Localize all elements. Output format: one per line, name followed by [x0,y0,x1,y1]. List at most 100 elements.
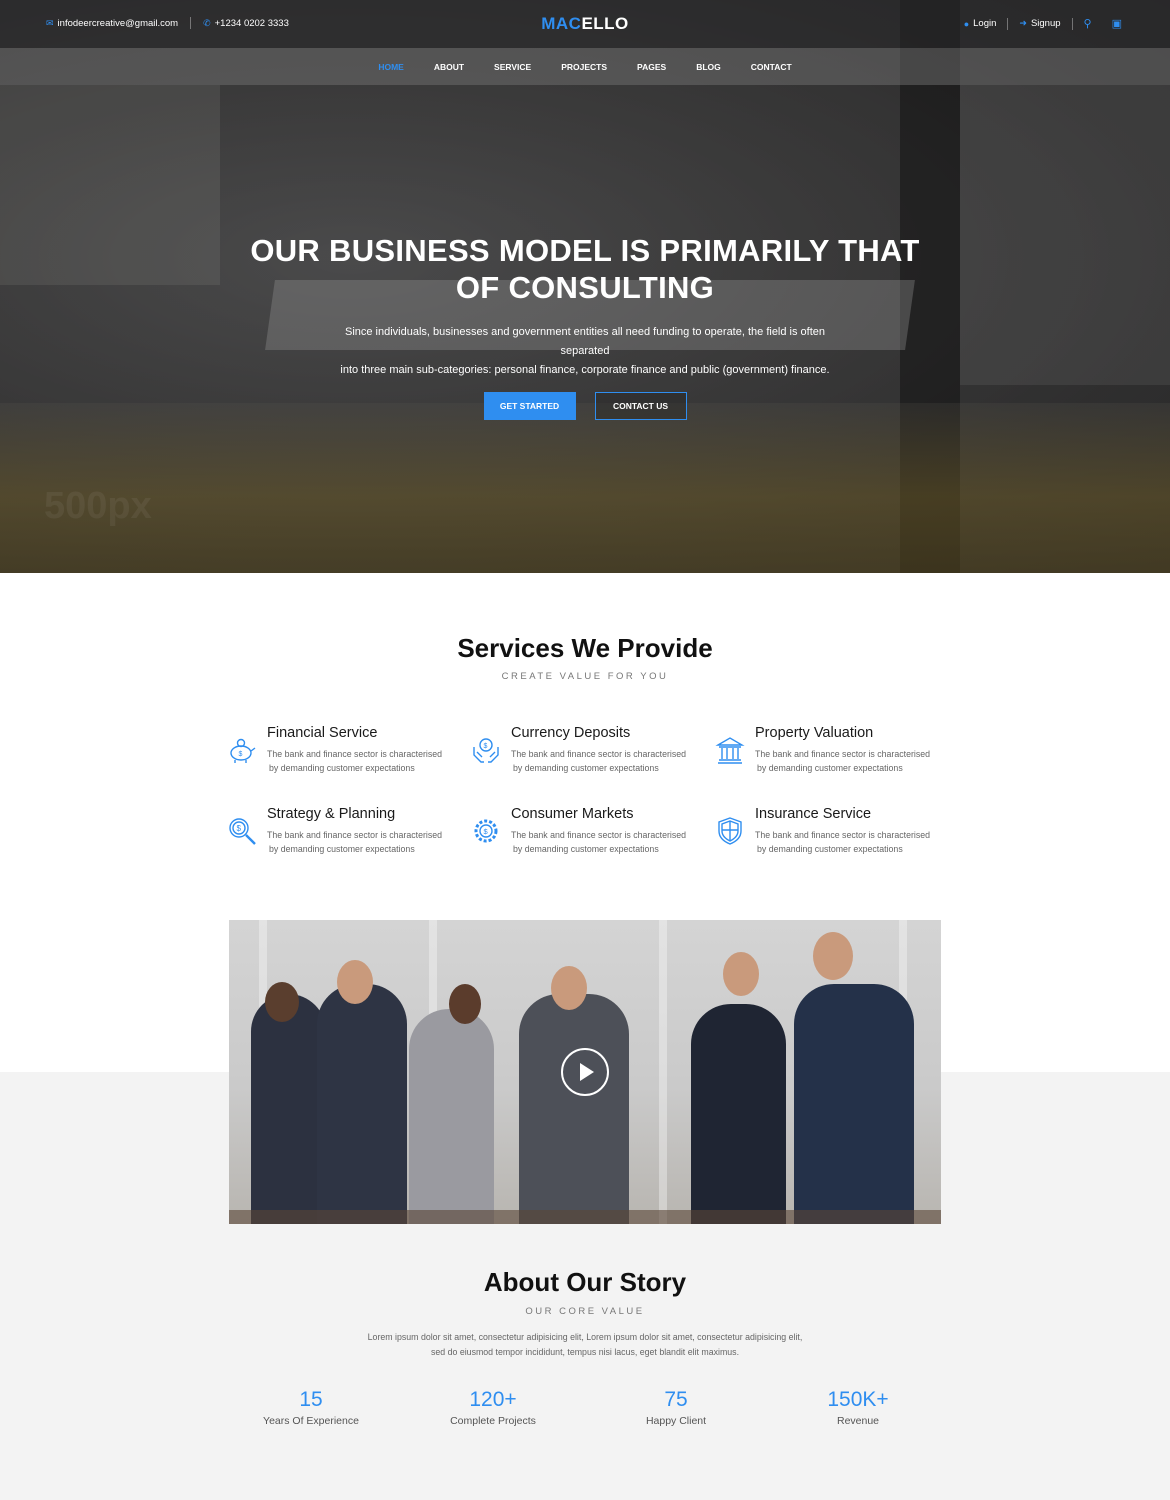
person-figure [519,994,629,1224]
person-figure [691,1004,786,1224]
hero-section: 500px ✉ infodeercreative@gmail.com ✆ +12… [0,0,1170,573]
shopping-bag-icon[interactable]: ▣ [1112,17,1122,30]
user-icon: ● [963,18,970,29]
services-title: Services We Provide [457,633,713,663]
divider [1071,17,1073,30]
service-description: The bank and finance sector is character… [511,828,701,856]
service-desc-line: by demanding customer expectations [513,763,659,773]
person-head [449,984,481,1024]
service-desc-line: by demanding customer expectations [269,763,415,773]
nav-about[interactable]: ABOUT [434,62,464,72]
service-description: The bank and finance sector is character… [267,747,457,775]
person-figure [794,984,914,1224]
nav-home[interactable]: HOME [378,62,404,72]
person-head [551,966,587,1010]
about-description: Lorem ipsum dolor sit amet, consectetur … [360,1330,810,1360]
top-bar: ✉ infodeercreative@gmail.com ✆ +1234 020… [0,0,1170,48]
login-link[interactable]: Login [973,18,996,29]
nav-blog[interactable]: BLOG [696,62,721,72]
stat-label: Revenue [836,1415,880,1427]
service-desc-line: The bank and finance sector is character… [267,830,443,840]
stat-value: 120+ [469,1388,517,1411]
gear-dollar-icon: $ [474,819,498,843]
bg-window-frame [659,920,667,1224]
service-item[interactable]: $ Consumer Markets The bank and finance … [471,806,701,866]
service-title: Insurance Service [755,806,872,822]
video-thumbnail[interactable] [229,920,941,1224]
nav-service[interactable]: SERVICE [494,62,531,72]
hands-coin-icon: $ [473,738,499,763]
bg-table-edge [229,1210,941,1224]
hero-bg-floor [0,403,1170,573]
shield-icon [718,817,742,845]
stat-item: 15 Years Of Experience [221,1388,401,1427]
person-figure [251,994,326,1224]
stat-label: Years Of Experience [263,1415,359,1427]
stat-label: Complete Projects [450,1415,536,1427]
service-desc-line: by demanding customer expectations [269,844,415,854]
service-item[interactable]: Insurance Service The bank and finance s… [715,806,945,866]
svg-text:$: $ [237,824,242,833]
hero-title-line-2: OF CONSULTING [455,270,715,305]
service-item[interactable]: Property Valuation The bank and finance … [715,725,945,785]
service-description: The bank and finance sector is character… [755,828,945,856]
nav-projects[interactable]: PROJECTS [561,62,607,72]
service-title: Strategy & Planning [267,806,396,822]
person-head [337,960,373,1004]
divider [1007,17,1009,30]
about-text-line: sed do eiusmod tempor incididunt, tempus… [430,1347,740,1357]
sign-in-icon: ➜ [1019,18,1027,28]
hero-subtitle-line-2: into three main sub-categories: personal… [340,364,830,376]
stat-item: 75 Happy Client [586,1388,766,1427]
svg-text:$: $ [484,743,488,750]
stat-label: Happy Client [645,1415,707,1427]
about-text-line: Lorem ipsum dolor sit amet, consectetur … [367,1332,803,1342]
stat-value: 150K+ [827,1388,889,1411]
service-description: The bank and finance sector is character… [511,747,701,775]
magnifier-dollar-icon: $ [229,818,256,845]
stat-item: 150K+ Revenue [768,1388,948,1427]
play-triangle [580,1063,594,1081]
person-head [723,952,759,996]
search-icon[interactable]: ⚲ [1084,17,1092,30]
hero-title-line-1: OUR BUSINESS MODEL IS PRIMARILY THAT [250,233,920,268]
bank-building-icon [715,737,745,764]
play-icon[interactable] [561,1048,609,1096]
service-desc-line: by demanding customer expectations [757,763,903,773]
logo-part-accent: MAC [541,14,582,33]
nav-contact[interactable]: CONTACT [751,62,792,72]
stat-value: 15 [299,1388,323,1411]
service-description: The bank and finance sector is character… [267,828,457,856]
service-title: Currency Deposits [511,725,631,741]
service-item[interactable]: $ Financial Service The bank and finance… [227,725,457,785]
person-figure [317,984,407,1224]
nav-pages[interactable]: PAGES [637,62,666,72]
logo-part-white: ELLO [581,14,629,33]
service-title: Consumer Markets [511,806,634,822]
service-item[interactable]: $ Strategy & Planning The bank and finan… [227,806,457,866]
service-title: Property Valuation [755,725,874,741]
service-desc-line: The bank and finance sector is character… [755,749,931,759]
service-desc-line: by demanding customer expectations [513,844,659,854]
hero-subtitle-line-1: Since individuals, businesses and govern… [344,326,826,357]
svg-text:$: $ [239,751,243,758]
service-desc-line: The bank and finance sector is character… [267,749,443,759]
service-desc-line: The bank and finance sector is character… [511,749,687,759]
service-desc-line: The bank and finance sector is character… [511,830,687,840]
person-figure [409,1009,494,1224]
contact-us-button[interactable]: CONTACT US [594,392,687,420]
stat-item: 120+ Complete Projects [403,1388,583,1427]
service-desc-line: by demanding customer expectations [757,844,903,854]
signup-link[interactable]: Signup [1031,18,1061,29]
main-nav: HOME ABOUT SERVICE PROJECTS PAGES BLOG C… [0,48,1170,85]
service-desc-line: The bank and finance sector is character… [755,830,931,840]
account-links: ● Login ➜ Signup ⚲ ▣ [964,17,1122,30]
service-item[interactable]: $ Currency Deposits The bank and finance… [471,725,701,785]
person-head [265,982,299,1022]
person-head [813,932,853,980]
hero-subtitle: Since individuals, businesses and govern… [320,323,850,380]
hero-buttons: GET STARTED CONTACT US [0,392,1170,420]
stat-value: 75 [664,1388,688,1411]
svg-text:$: $ [484,827,489,836]
get-started-button[interactable]: GET STARTED [483,392,576,420]
